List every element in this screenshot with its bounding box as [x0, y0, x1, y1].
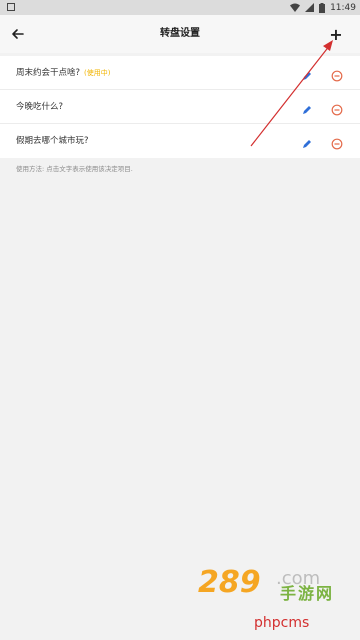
back-button[interactable]: [8, 24, 28, 44]
plus-icon: +: [329, 24, 343, 44]
item-title[interactable]: 周末约会干点啥?: [16, 68, 80, 78]
pencil-icon: [303, 140, 311, 148]
edit-button[interactable]: [301, 101, 313, 114]
svg-text:289: 289: [198, 565, 261, 600]
signal-icon: [305, 3, 315, 12]
status-badge: (使用中): [84, 69, 111, 77]
edit-button[interactable]: [301, 135, 313, 148]
status-bar: 11:49: [0, 0, 360, 15]
app-bar: 转盘设置 +: [0, 15, 360, 53]
back-arrow-icon: [12, 29, 24, 39]
remove-circle-icon: [331, 104, 343, 116]
list-item[interactable]: 假期去哪个城市玩?: [0, 124, 360, 158]
add-button[interactable]: +: [326, 24, 346, 44]
delete-button[interactable]: [331, 101, 343, 116]
list-item[interactable]: 周末约会干点啥? (使用中): [0, 56, 360, 90]
watermark-text: phpcms: [254, 615, 310, 631]
edit-button[interactable]: [301, 67, 313, 80]
item-title[interactable]: 今晚吃什么?: [16, 102, 63, 112]
notification-icon: [7, 3, 15, 11]
list-item[interactable]: 今晚吃什么?: [0, 90, 360, 124]
status-right: 11:49: [290, 0, 356, 15]
wifi-icon: [290, 3, 301, 12]
remove-circle-icon: [331, 138, 343, 150]
status-time: 11:49: [330, 2, 356, 13]
pencil-icon: [303, 106, 311, 114]
page-title: 转盘设置: [160, 28, 200, 39]
watermark-cn-label: 手游网: [280, 584, 335, 603]
delete-button[interactable]: [331, 67, 343, 82]
remove-circle-icon: [331, 70, 343, 82]
wheel-list: 周末约会干点啥? (使用中) 今晚吃什么? 假期去哪个城市玩?: [0, 56, 360, 158]
usage-hint: 使用方法: 点击文字表示使用该决定项目.: [16, 165, 133, 173]
battery-icon: [319, 2, 326, 13]
item-title[interactable]: 假期去哪个城市玩?: [16, 136, 89, 146]
pencil-icon: [303, 72, 311, 80]
delete-button[interactable]: [331, 135, 343, 150]
